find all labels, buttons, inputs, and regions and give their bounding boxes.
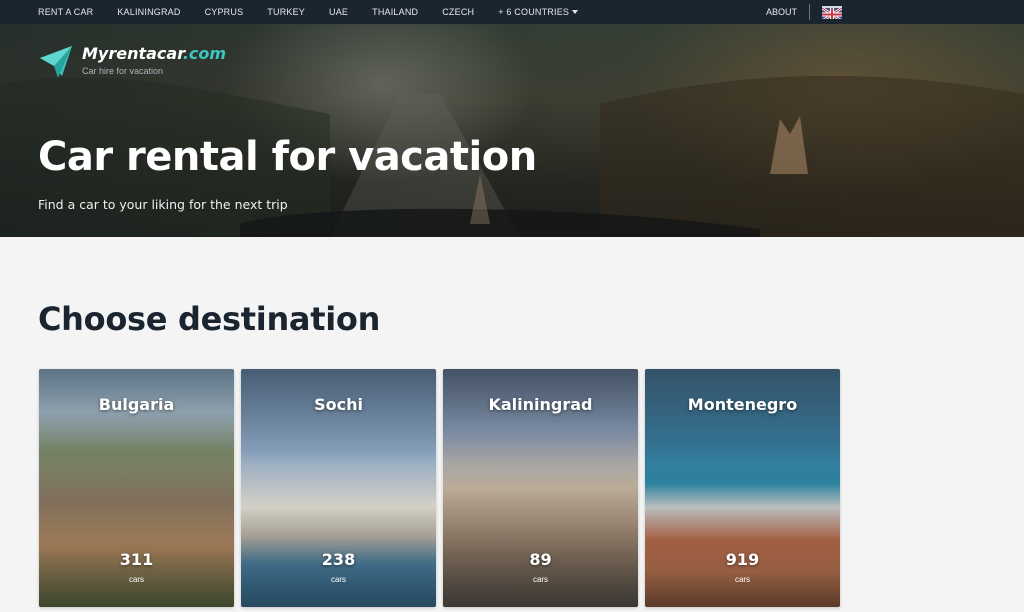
destinations-title: Choose destination xyxy=(38,300,381,338)
car-count-unit: cars xyxy=(532,575,549,584)
nav-link-thailand[interactable]: THAILAND xyxy=(372,7,418,17)
destination-card-kaliningrad[interactable]: Kaliningrad 89 cars xyxy=(443,369,638,607)
nav-right: ABOUT xyxy=(766,0,843,24)
destination-name: Sochi xyxy=(314,395,363,414)
destination-card-sochi[interactable]: Sochi 238 cars xyxy=(241,369,436,607)
brand-name-main: Myrentacar xyxy=(82,44,183,63)
nav-link-kaliningrad[interactable]: KALININGRAD xyxy=(117,7,180,17)
destination-name: Montenegro xyxy=(687,395,798,414)
nav-link-turkey[interactable]: TURKEY xyxy=(267,7,305,17)
nav-links: RENT A CAR KALININGRAD CYPRUS TURKEY UAE… xyxy=(0,0,602,24)
nav-link-about[interactable]: ABOUT xyxy=(766,7,797,17)
car-count: 89 xyxy=(529,550,552,569)
uk-flag-icon[interactable] xyxy=(822,5,843,19)
nav-link-cyprus[interactable]: CYPRUS xyxy=(205,7,244,17)
car-count-unit: cars xyxy=(128,575,145,584)
car-count: 238 xyxy=(321,550,356,569)
destination-name: Bulgaria xyxy=(98,395,175,414)
more-countries-label: + 6 COUNTRIES xyxy=(498,7,570,17)
destination-card-montenegro[interactable]: Montenegro 919 cars xyxy=(645,369,840,607)
car-count: 311 xyxy=(119,550,154,569)
car-count-unit: cars xyxy=(734,575,751,584)
nav-link-rent-a-car[interactable]: RENT A CAR xyxy=(38,7,93,17)
brand-logo[interactable]: Myrentacar.com Car hire for vacation xyxy=(38,44,226,80)
destination-card-bulgaria[interactable]: Bulgaria 311 cars xyxy=(39,369,234,607)
destination-name: Kaliningrad xyxy=(488,395,593,414)
brand-tagline: Car hire for vacation xyxy=(82,66,164,76)
brand-text: Myrentacar.com Car hire for vacation xyxy=(82,44,226,76)
hero-banner: Myrentacar.com Car hire for vacation Car… xyxy=(0,24,1024,237)
nav-link-uae[interactable]: UAE xyxy=(329,7,348,17)
destination-cards: Bulgaria 311 cars Sochi 238 cars Kalinin… xyxy=(39,369,847,607)
paper-plane-logo-icon xyxy=(40,46,72,78)
chevron-down-icon xyxy=(572,10,579,14)
nav-link-czech[interactable]: CZECH xyxy=(442,7,474,17)
nav-link-more-countries[interactable]: + 6 COUNTRIES xyxy=(498,7,579,17)
car-count: 919 xyxy=(725,550,760,569)
hero-subtitle: Find a car to your liking for the next t… xyxy=(38,197,288,212)
top-nav: RENT A CAR KALININGRAD CYPRUS TURKEY UAE… xyxy=(0,0,1024,24)
hero-title: Car rental for vacation xyxy=(38,134,537,180)
brand-name-suffix: .com xyxy=(182,44,227,63)
brand-name: Myrentacar.com xyxy=(82,44,226,63)
nav-divider xyxy=(809,4,811,20)
car-count-unit: cars xyxy=(330,575,347,584)
